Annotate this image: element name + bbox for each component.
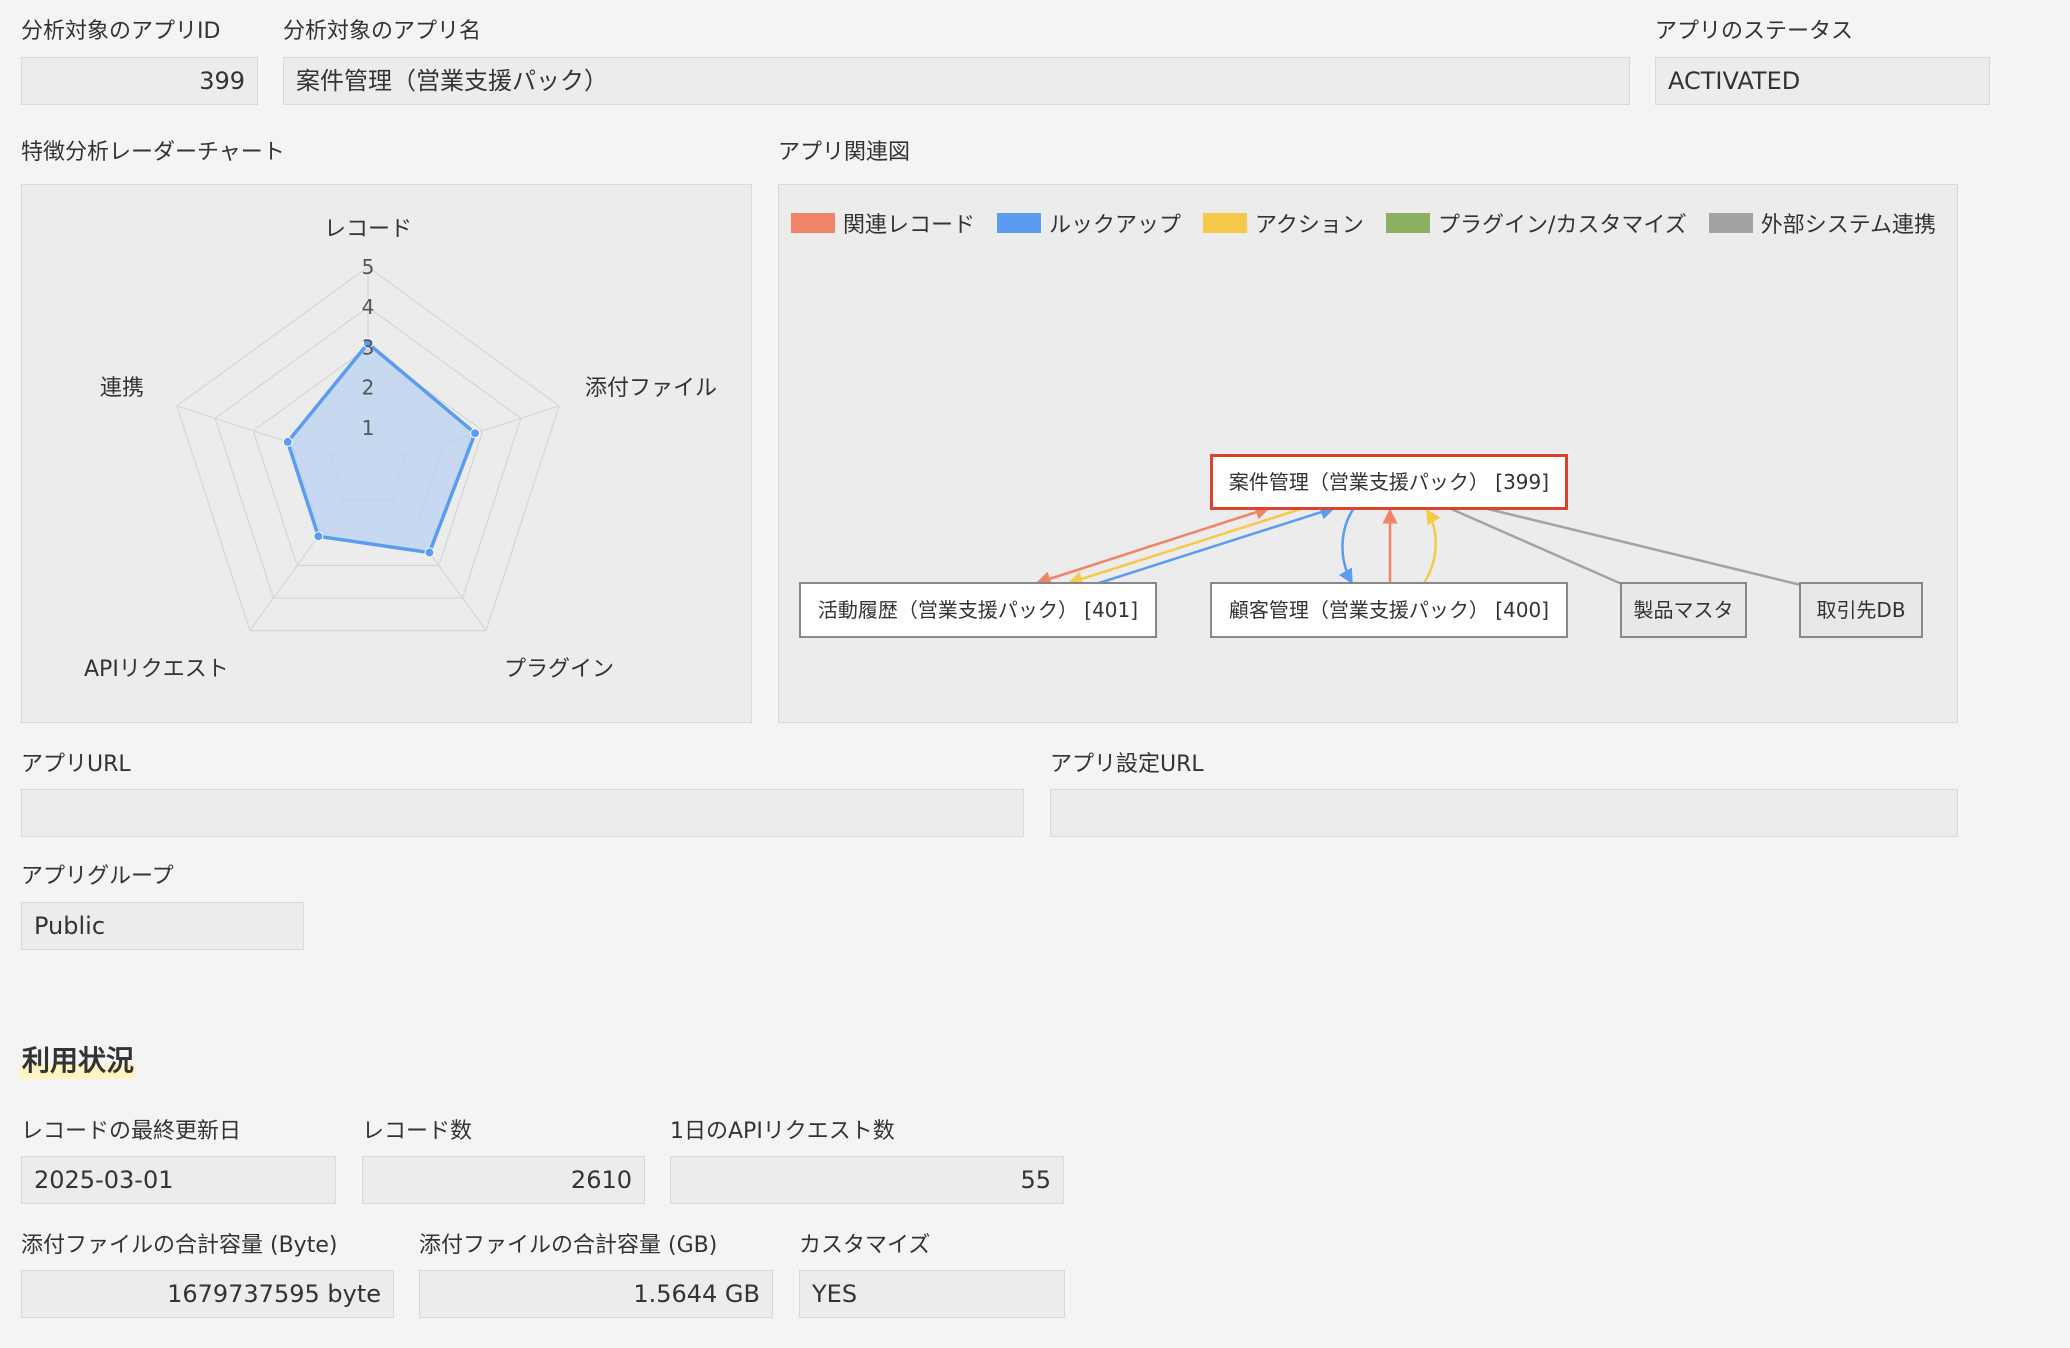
radar-data-point <box>282 436 293 447</box>
app-group-field: Public <box>21 902 304 950</box>
app-group-label: アプリグループ <box>21 864 174 889</box>
edge-external-partner <box>1483 506 1802 587</box>
edge-related-record-activity <box>1035 505 1271 586</box>
customize-label: カスタマイズ <box>799 1233 931 1258</box>
app-url-label: アプリURL <box>21 752 131 777</box>
app-url-field[interactable] <box>21 789 1024 837</box>
app-name-label: 分析対象のアプリ名 <box>283 19 482 44</box>
record-count-label: レコード数 <box>362 1119 473 1144</box>
node-customer-app[interactable]: 顧客管理（営業支援パック） [400] <box>1210 582 1568 638</box>
radar-axis-label: 添付ファイル <box>585 376 717 401</box>
app-id-label: 分析対象のアプリID <box>21 19 221 44</box>
edge-action-activity <box>1067 506 1305 587</box>
node-main-app[interactable]: 案件管理（営業支援パック） [399] <box>1210 454 1568 510</box>
edge-lookup-customer <box>1338 507 1356 585</box>
radar-chart-panel: 1 2 3 4 5 レコード添付ファイルプラグイン APIリクエスト 連携 <box>21 184 752 723</box>
app-name-field: 案件管理（営業支援パック） <box>283 57 1630 105</box>
node-product-master[interactable]: 製品マスタ <box>1620 582 1747 638</box>
radar-tick-label: 3 <box>362 335 375 359</box>
api-requests-field: 55 <box>670 1156 1064 1204</box>
edge-lookup-activity <box>1098 504 1336 585</box>
relation-diagram-title: アプリ関連図 <box>778 140 911 165</box>
app-status-field: ACTIVATED <box>1655 57 1990 105</box>
attach-bytes-field: 1679737595 byte <box>21 1270 394 1318</box>
radar-tick-label: 1 <box>362 416 375 440</box>
last-updated-field: 2025-03-01 <box>21 1156 336 1204</box>
radar-axis-label: APIリクエスト <box>84 657 229 682</box>
radar-series-area <box>285 341 477 555</box>
app-setting-url-label: アプリ設定URL <box>1050 752 1204 777</box>
app-setting-url-field[interactable] <box>1050 789 1958 837</box>
radar-data-point <box>470 428 481 439</box>
app-id-field: 399 <box>21 57 258 105</box>
node-partner-db[interactable]: 取引先DB <box>1799 582 1923 638</box>
attach-gb-label: 添付ファイルの合計容量 (GB) <box>419 1233 718 1258</box>
radar-data-point <box>424 547 435 558</box>
radar-data-point <box>313 531 324 542</box>
record-count-field: 2610 <box>362 1156 645 1204</box>
radar-axis-label: レコード <box>324 217 412 242</box>
radar-axis-label: プラグイン <box>504 657 614 682</box>
api-requests-label: 1日のAPIリクエスト数 <box>670 1119 895 1144</box>
attach-gb-field: 1.5644 GB <box>419 1270 773 1318</box>
node-activity-app[interactable]: 活動履歴（営業支援パック） [401] <box>799 582 1157 638</box>
radar-tick-label: 4 <box>362 295 375 319</box>
radar-chart: 1 2 3 4 5 レコード添付ファイルプラグイン APIリクエスト 連携 <box>84 217 717 682</box>
app-status-label: アプリのステータス <box>1655 19 1854 44</box>
last-updated-label: レコードの最終更新日 <box>21 1119 242 1144</box>
relation-diagram-panel: 関連レコード ルックアップ アクション プラグイン/カスタマイズ 外部システム連携 案件… <box>778 184 1958 723</box>
radar-axis-label: 連携 <box>100 376 144 401</box>
customize-field: YES <box>799 1270 1065 1318</box>
radar-tick-label: 5 <box>362 255 375 279</box>
usage-section-title: 利用状況 <box>20 1043 137 1079</box>
attach-bytes-label: 添付ファイルの合計容量 (Byte) <box>21 1233 338 1258</box>
edge-action-customer <box>1422 508 1441 584</box>
radar-chart-title: 特徴分析レーダーチャート <box>21 140 285 165</box>
radar-tick-label: 2 <box>362 376 375 400</box>
